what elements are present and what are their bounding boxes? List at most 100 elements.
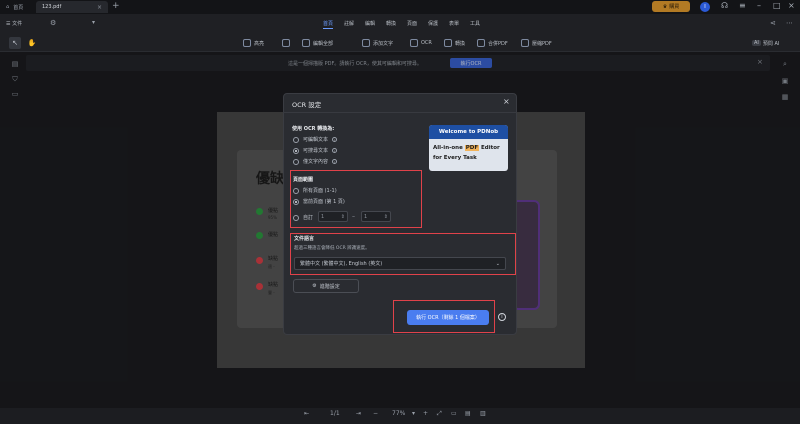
- tool-edit-all-label: 編輯全部: [313, 40, 334, 47]
- tool-highlight-label: 高亮: [254, 40, 265, 47]
- settings-icon[interactable]: ⚙: [50, 19, 56, 27]
- compress-icon: [521, 39, 529, 47]
- advanced-settings-button[interactable]: ⚙ 進階設定: [293, 279, 359, 293]
- file-menu-label: 文件: [12, 21, 23, 27]
- new-tab-icon[interactable]: +: [112, 1, 120, 11]
- menu-forms[interactable]: 表單: [449, 20, 459, 27]
- language-select[interactable]: 繁體中文 (繁體中文), English (英文) ⌄: [294, 257, 506, 270]
- share-icon[interactable]: ⋖: [770, 19, 776, 27]
- fit-page-icon[interactable]: ⤢: [437, 410, 442, 418]
- zoom-chevron-icon[interactable]: ▾: [412, 410, 415, 417]
- promo-line-1: All-in-one PDF Editor: [433, 145, 500, 151]
- menu-annotate[interactable]: 註解: [344, 20, 354, 27]
- menu-tools[interactable]: 工具: [470, 20, 480, 27]
- dialog-title: OCR 設定: [292, 101, 322, 109]
- tab-home[interactable]: ⌂ 首頁: [0, 1, 34, 13]
- radio-text-only[interactable]: 僅文字內容 i: [293, 158, 338, 165]
- stepper-arrows-icon[interactable]: ⇕: [384, 214, 388, 220]
- tool-merge-pdf[interactable]: 合併PDF: [477, 37, 508, 49]
- tool-convert[interactable]: 轉換: [444, 37, 465, 49]
- info-icon[interactable]: i: [332, 137, 338, 142]
- menu-icon[interactable]: ≡: [739, 1, 746, 10]
- highlight-icon: [243, 39, 251, 47]
- tool-add-text-label: 添加文字: [373, 40, 394, 47]
- range-from-stepper[interactable]: 1 ⇕: [318, 211, 348, 222]
- select-icon[interactable]: ↖: [9, 37, 21, 49]
- tab-document[interactable]: 123.pdf ×: [36, 1, 108, 13]
- avatar-letter: I: [704, 4, 706, 10]
- tab-document-label: 123.pdf: [42, 4, 62, 10]
- range-separator: –: [352, 213, 355, 220]
- menu-pages[interactable]: 頁面: [407, 20, 417, 27]
- radio-current-page[interactable]: 當前頁面 (第 1 頁): [293, 198, 345, 205]
- home-icon: ⌂: [6, 4, 10, 10]
- radio-icon: [293, 187, 299, 194]
- ai-badge: AI: [752, 40, 761, 46]
- radio-icon: [293, 158, 299, 165]
- close-window-icon[interactable]: ×: [788, 1, 795, 10]
- edit-icon: [302, 39, 310, 47]
- range-to-stepper[interactable]: 1 ⇕: [361, 211, 391, 222]
- avatar[interactable]: I: [700, 2, 710, 12]
- zoom-out-icon[interactable]: −: [373, 410, 378, 417]
- language-section-label: 文件語言: [294, 236, 315, 242]
- info-icon[interactable]: i: [332, 148, 338, 153]
- close-tab-icon[interactable]: ×: [97, 4, 102, 11]
- radio-searchable-text[interactable]: 可搜尋文本 i: [293, 147, 338, 154]
- ask-ai-button[interactable]: AI 預問 AI: [752, 37, 779, 49]
- radio-all-pages[interactable]: 所有頁面 (1-1): [293, 187, 337, 194]
- view-mode-icon[interactable]: ▤: [465, 410, 471, 417]
- chevron-down-icon[interactable]: ▾: [92, 19, 95, 26]
- tool-draw[interactable]: [282, 37, 290, 49]
- last-page-icon[interactable]: ⇥: [356, 410, 361, 417]
- zoom-in-icon[interactable]: +: [423, 410, 428, 417]
- upgrade-label: 購買: [669, 4, 680, 10]
- range-to-value: 1: [364, 213, 368, 220]
- minimize-icon[interactable]: –: [757, 1, 761, 10]
- menu-home[interactable]: 首頁: [323, 20, 334, 29]
- file-menu[interactable]: ☰ 文件: [6, 20, 22, 27]
- maximize-icon[interactable]: □: [773, 1, 781, 10]
- radio-custom-range[interactable]: 自訂: [293, 214, 313, 221]
- crown-icon: ♛: [662, 3, 668, 10]
- radio-icon: [293, 147, 299, 154]
- tool-highlight[interactable]: 高亮: [243, 37, 264, 49]
- chevron-down-icon: ⌄: [495, 260, 500, 267]
- more-icon[interactable]: ⋯: [786, 19, 793, 27]
- toolbar: [0, 34, 800, 52]
- tool-compress-pdf[interactable]: 壓縮PDF: [521, 37, 552, 49]
- promo-title: Welcome to PDNob: [429, 125, 508, 139]
- tool-ocr[interactable]: OCR: [410, 37, 432, 49]
- convert-section-label: 使用 OCR 轉換為:: [292, 126, 335, 132]
- tool-edit-all[interactable]: 編輯全部: [302, 37, 333, 49]
- hand-icon[interactable]: ✋: [26, 37, 38, 49]
- menu-bar: [0, 14, 800, 34]
- fit-width-icon[interactable]: ▭: [451, 410, 457, 417]
- tool-add-text[interactable]: 添加文字: [362, 37, 393, 49]
- run-ocr-button[interactable]: 執行 OCR（剩餘 1 個檔案）: [407, 310, 489, 325]
- menu-convert[interactable]: 轉換: [386, 20, 396, 27]
- zoom-level[interactable]: 77%: [392, 410, 405, 417]
- stepper-arrows-icon[interactable]: ⇕: [341, 214, 345, 220]
- first-page-icon[interactable]: ⇤: [304, 410, 309, 417]
- page-indicator[interactable]: 1/1: [330, 410, 340, 417]
- upgrade-button[interactable]: ♛ 購買: [652, 1, 690, 12]
- draw-icon: [282, 39, 290, 47]
- run-info-icon: i: [498, 313, 506, 321]
- ocr-icon: [410, 39, 418, 47]
- menu-protect[interactable]: 保護: [428, 20, 438, 27]
- convert-icon: [444, 39, 452, 47]
- radio-all-pages-label: 所有頁面 (1-1): [303, 188, 337, 194]
- tab-home-label: 首頁: [13, 4, 24, 11]
- menu-edit[interactable]: 編輯: [365, 20, 375, 27]
- radio-editable-text[interactable]: 可編輯文本 i: [293, 136, 338, 143]
- two-page-icon[interactable]: ▥: [480, 410, 486, 417]
- radio-icon: [293, 198, 299, 205]
- headset-icon[interactable]: ☊: [721, 1, 728, 10]
- merge-icon: [477, 39, 485, 47]
- info-icon[interactable]: i: [332, 159, 338, 164]
- info-icon[interactable]: i: [498, 313, 506, 321]
- tool-compress-pdf-label: 壓縮PDF: [532, 40, 552, 47]
- radio-editable-text-label: 可編輯文本: [303, 137, 329, 143]
- close-dialog-icon[interactable]: ×: [503, 97, 510, 106]
